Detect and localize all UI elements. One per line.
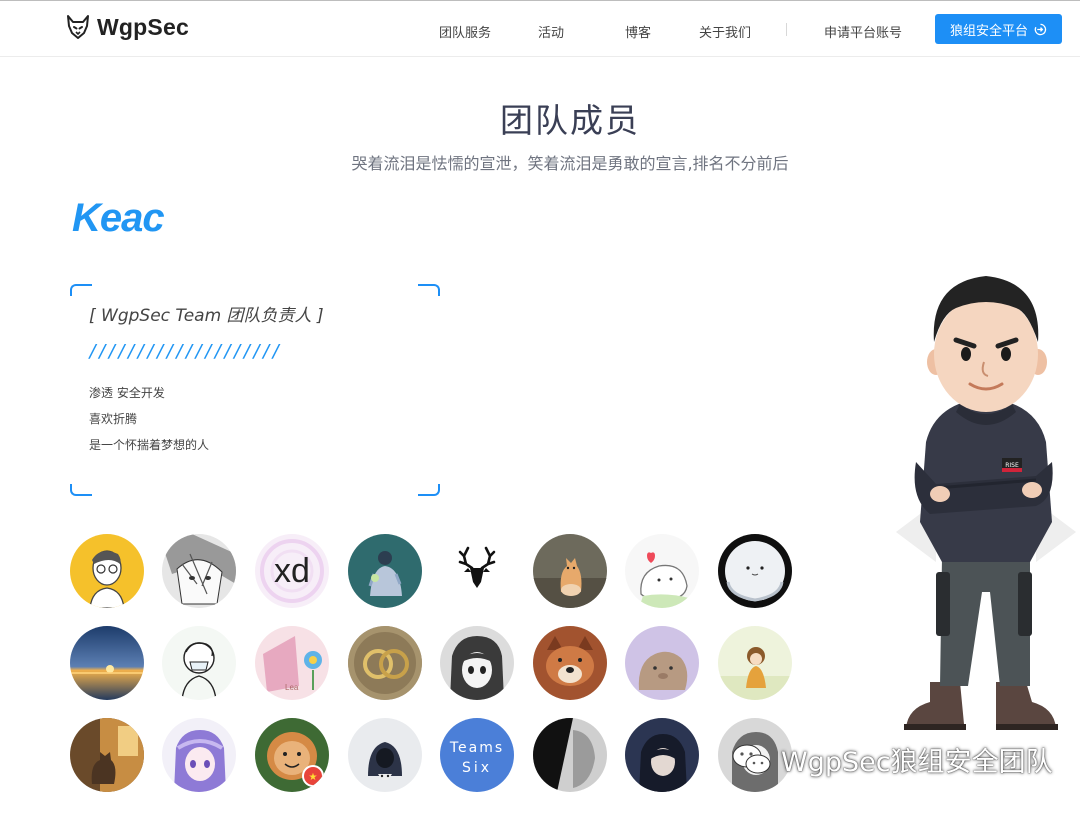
brand-name: WgpSec [97, 13, 189, 40]
nav-apply-account[interactable]: 申请平台账号 [824, 22, 902, 41]
avatar-anime-purple [162, 718, 236, 792]
avatar-hooded-hacker [348, 718, 422, 792]
avatar-shiba-dog [533, 626, 607, 700]
wolf-logo-icon [67, 15, 89, 39]
avatar-round-face [718, 534, 792, 608]
avatar-teal-figure [348, 534, 422, 608]
brand-logo[interactable]: WgpSec [64, 13, 189, 41]
wolf-platform-button[interactable]: 狼组安全平台 [935, 14, 1062, 44]
member-avatar[interactable] [162, 626, 236, 700]
card-corner-bottom-right [418, 484, 440, 496]
avatar-deer-icon [440, 534, 514, 608]
avatar-xd-text: xd [255, 534, 329, 608]
member-avatar[interactable] [162, 534, 236, 608]
avatar-yellow-glasses-man [70, 534, 144, 608]
svg-text:★: ★ [309, 772, 318, 783]
card-corner-top-left [70, 284, 92, 296]
member-avatar[interactable]: ★ [255, 718, 329, 792]
avatar-anime-monochrome [162, 534, 236, 608]
member-avatar[interactable] [440, 626, 514, 700]
page-title: 团队成员 [500, 101, 640, 140]
teams-six-line1: Teams [449, 740, 504, 756]
member-info-card: [ WgpSec Team 团队负责人 ] //////////////////… [70, 284, 440, 496]
card-corner-top-right [418, 284, 440, 296]
wechat-watermark: WgpSec狼组安全团队 [731, 740, 1053, 779]
avatar-girl-in-field [718, 626, 792, 700]
member-name: Keac [72, 196, 165, 240]
member-avatar[interactable]: xd [255, 534, 329, 608]
avatar-pink-flower: Lea [255, 626, 329, 700]
nav-team-services[interactable]: 团队服务 [439, 22, 491, 41]
member-avatar[interactable] [348, 718, 422, 792]
avatar-lea-label: Lea [285, 683, 299, 692]
member-avatar[interactable] [533, 626, 607, 700]
nav-blog[interactable]: 博客 [625, 22, 651, 41]
avatar-dark-portrait [533, 718, 607, 792]
avatar-manga-girl [440, 626, 514, 700]
watermark-text: WgpSec狼组安全团队 [781, 747, 1053, 778]
member-avatar[interactable] [70, 534, 144, 608]
hoodie-patch-label: RISE [1005, 462, 1019, 469]
member-hobby-line: 喜欢折腾 [89, 412, 138, 426]
member-avatar[interactable]: Lea [255, 626, 329, 700]
member-skill-line: 渗透 安全开发 [89, 386, 165, 400]
top-navbar: WgpSec 团队服务 活动 博客 关于我们 申请平台账号 狼组安全平台 [0, 1, 1080, 57]
member-avatar[interactable] [70, 718, 144, 792]
avatar-smiling-doll: ★ [255, 718, 329, 792]
avatar-cat-photo [533, 534, 607, 608]
avatar-gold-rings [348, 626, 422, 700]
nav-activities[interactable]: 活动 [538, 22, 564, 41]
avatar-line-sketch-boy [162, 626, 236, 700]
wechat-icon [732, 744, 771, 773]
member-avatar[interactable] [348, 534, 422, 608]
avatar-teams-six: Teams Six [440, 718, 514, 792]
teams-six-line2: Six [462, 760, 492, 776]
member-avatar[interactable] [348, 626, 422, 700]
member-avatar[interactable]: Teams Six [440, 718, 514, 792]
avatar-cute-blob [625, 534, 699, 608]
avatar-cat-window [70, 718, 144, 792]
member-avatar[interactable] [718, 534, 792, 608]
avatar-night-girl [625, 718, 699, 792]
nav-about-us[interactable]: 关于我们 [699, 22, 751, 41]
avatar-purple-creature [625, 626, 699, 700]
platform-button-label: 狼组安全平台 [949, 23, 1028, 39]
member-motto-line: 是一个怀揣着梦想的人 [89, 438, 210, 452]
card-corner-bottom-left [70, 484, 92, 496]
member-role: [ WgpSec Team 团队负责人 ] [89, 306, 324, 326]
member-avatar[interactable] [625, 718, 699, 792]
member-avatar[interactable] [533, 718, 607, 792]
decorative-slashes: //////////////////// [88, 341, 282, 362]
avatar-xd-label: xd [274, 552, 310, 590]
member-avatar[interactable] [162, 718, 236, 792]
member-avatar[interactable] [440, 534, 514, 608]
member-avatar[interactable] [625, 626, 699, 700]
nav-divider [786, 23, 787, 36]
avatar-sunset [70, 626, 144, 700]
member-avatar[interactable] [70, 626, 144, 700]
member-avatar[interactable] [718, 626, 792, 700]
team-lead-character-illustration: RISE [896, 262, 1076, 740]
page-root: WgpSec 团队服务 活动 博客 关于我们 申请平台账号 狼组安全平台 团队成… [0, 0, 1080, 814]
member-avatar[interactable] [625, 534, 699, 608]
member-avatar[interactable] [533, 534, 607, 608]
page-subtitle: 哭着流泪是怯懦的宣泄，笑着流泪是勇敢的宣言,排名不分前后 [351, 154, 789, 173]
login-arrow-icon [1034, 23, 1047, 35]
